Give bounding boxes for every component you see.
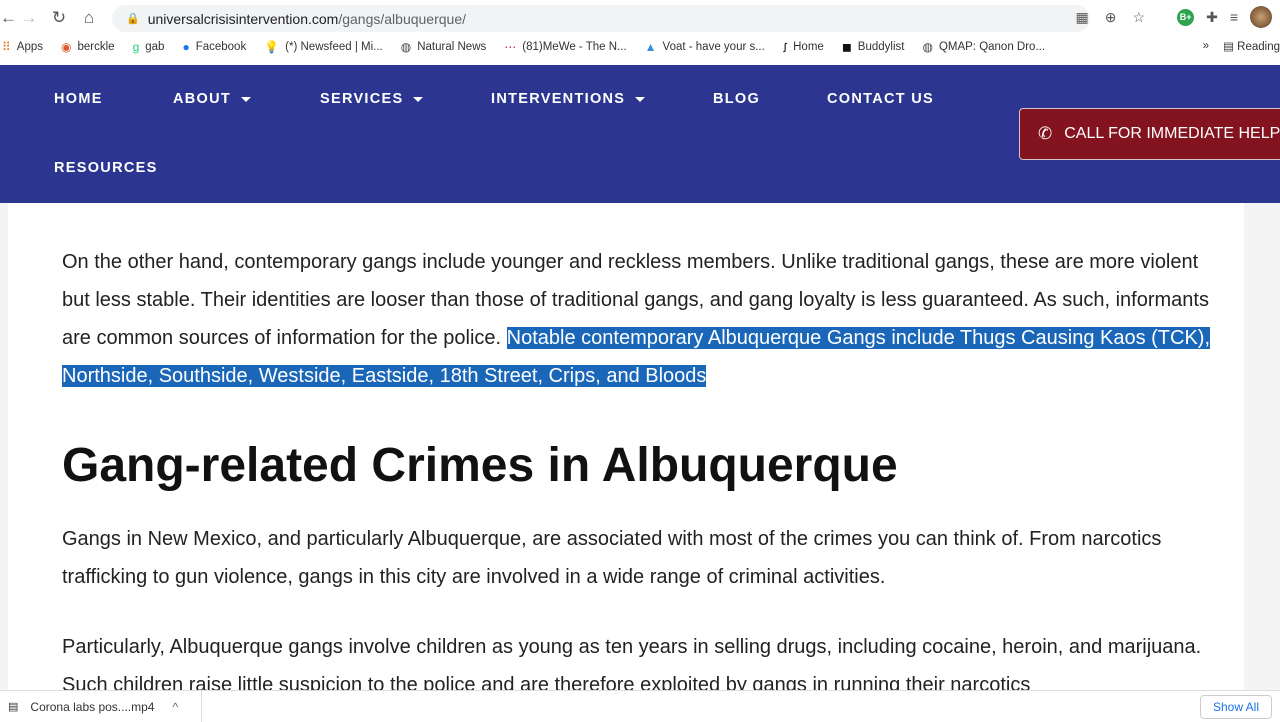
nav-label: ABOUT [173, 91, 232, 107]
more-bookmarks-button[interactable]: » [1203, 40, 1209, 52]
apps-grid-icon: ⠿ [2, 40, 11, 54]
star-icon[interactable]: ☆ [1132, 9, 1145, 26]
zoom-icon[interactable]: ⊕ [1105, 9, 1117, 26]
chevron-up-icon[interactable]: ^ [172, 700, 178, 714]
bookmark-item[interactable]: 💡 (*) Newsfeed | Mi... [264, 40, 383, 54]
bookmark-label: gab [145, 41, 165, 53]
caret-down-icon [241, 96, 252, 102]
bookmark-label: Natural News [417, 41, 487, 53]
forward-icon[interactable]: → [14, 8, 44, 28]
bookmark-item[interactable]: ◼ Buddylist [842, 40, 905, 54]
downloads-bar: ▤ Corona labs pos....mp4 ^ Show All [0, 690, 1280, 722]
address-bar[interactable]: 🔒 universalcrisisintervention.com/gangs/… [112, 5, 1090, 32]
extension-badge[interactable]: B+ [1177, 8, 1195, 26]
bookmark-label: Buddylist [857, 41, 905, 53]
reload-icon[interactable]: ↻ [44, 8, 74, 28]
bookmark-item[interactable]: ● Facebook [182, 40, 246, 54]
lightbulb-icon: 💡 [264, 40, 280, 54]
section-heading: Gang-related Crimes in Albuquerque [62, 439, 898, 492]
nav-item-resources[interactable]: RESOURCES [54, 160, 158, 176]
caret-down-icon [413, 96, 424, 102]
download-item[interactable]: ▤ Corona labs pos....mp4 ^ [0, 691, 202, 722]
profile-avatar[interactable] [1250, 6, 1272, 28]
globe-icon: ◍ [922, 40, 933, 54]
paragraph: Gangs in New Mexico, and particularly Al… [62, 528, 1162, 588]
bookmark-label: (81)MeWe - The N... [522, 41, 627, 53]
nav-item-contact-us[interactable]: CONTACT US [827, 91, 934, 107]
nav-label: BLOG [713, 91, 761, 107]
lock-icon: 🔒 [126, 13, 140, 25]
paragraph: On the other hand, contemporary gangs in… [62, 243, 1224, 395]
bookmark-label: Voat - have your s... [662, 41, 765, 53]
phone-icon: ✆ [1038, 124, 1053, 143]
nav-item-blog[interactable]: BLOG [713, 91, 760, 107]
nav-label: CONTACT US [827, 91, 934, 107]
bookmark-item[interactable]: ◉ berckle [61, 40, 115, 54]
bookmark-item[interactable]: ◍ QMAP: Qanon Dro... [922, 40, 1045, 54]
bookmark-label: Apps [16, 41, 44, 53]
nav-label: RESOURCES [54, 160, 158, 176]
bookmark-label: (*) Newsfeed | Mi... [285, 41, 383, 53]
site-nav: HOME ABOUT SERVICES INTERVENTIONS BLOG CONTAC… [0, 65, 1280, 203]
show-all-button[interactable]: Show All [1199, 695, 1272, 719]
gab-icon: g [132, 40, 140, 54]
browser-toolbar: ← → ↻ ⌂ 🔒 universalcrisisintervention.co… [0, 0, 1280, 36]
bookmark-item[interactable]: ⠿ Apps [2, 40, 43, 54]
duckduckgo-icon: ◉ [61, 40, 72, 54]
download-filename: Corona labs pos....mp4 [30, 699, 155, 714]
bookmark-item[interactable]: ⋯ (81)MeWe - The N... [504, 40, 626, 54]
nav-label: HOME [54, 91, 103, 107]
facebook-icon: ● [182, 40, 190, 54]
voat-icon: ▲ [644, 40, 657, 54]
nav-item-home[interactable]: HOME [54, 91, 103, 107]
buddylist-icon: ◼ [841, 40, 852, 54]
globe-icon: ◍ [400, 40, 412, 54]
reading-list-button[interactable]: ▤ Reading [1223, 39, 1280, 53]
back-icon[interactable]: ← [0, 8, 17, 28]
nav-item-about[interactable]: ABOUT [173, 91, 252, 107]
nav-item-services[interactable]: SERVICES [320, 91, 424, 107]
puzzle-icon[interactable]: ✚ [1206, 9, 1218, 26]
reading-label: Reading [1237, 41, 1280, 53]
nav-label: INTERVENTIONS [491, 91, 626, 107]
bookmark-item[interactable]: g gab [133, 40, 165, 54]
nav-item-interventions[interactable]: INTERVENTIONS [491, 91, 646, 107]
bookmark-item[interactable]: ꭍ Home [783, 39, 824, 56]
call-for-help-button[interactable]: ✆ CALL FOR IMMEDIATE HELP [1019, 108, 1280, 160]
url-host: universalcrisisintervention.com [147, 10, 339, 27]
qr-code-icon[interactable]: ▦ [1075, 9, 1088, 26]
home-icon[interactable]: ⌂ [74, 8, 104, 28]
bookmark-label: QMAP: Qanon Dro... [938, 41, 1046, 53]
bookmark-label: berckle [77, 41, 115, 53]
nav-label: SERVICES [320, 91, 404, 107]
bookmark-label: Facebook [195, 41, 247, 53]
bookmarks-bar: ⠿ Apps ◉ berckle g gab ● Facebook 💡 (*) Newsfeed … [0, 36, 1280, 58]
cta-label: CALL FOR IMMEDIATE HELP [1064, 125, 1280, 142]
caret-down-icon [635, 96, 646, 102]
article-content: On the other hand, contemporary gangs in… [8, 203, 1244, 696]
bookmark-item[interactable]: ▲ Voat - have your s... [645, 40, 765, 54]
media-icon[interactable]: ≡ [1230, 9, 1238, 25]
file-icon: ▤ [8, 701, 19, 713]
page-background: On the other hand, contemporary gangs in… [0, 203, 1280, 696]
bookmark-label: Home [793, 41, 824, 53]
reading-list-icon: ▤ [1223, 41, 1234, 53]
jh-icon: ꭍ [782, 40, 788, 55]
url-path: /gangs/albuquerque/ [338, 10, 467, 27]
bookmark-item[interactable]: ◍ Natural News [401, 40, 487, 54]
mewe-icon: ⋯ [504, 40, 517, 54]
